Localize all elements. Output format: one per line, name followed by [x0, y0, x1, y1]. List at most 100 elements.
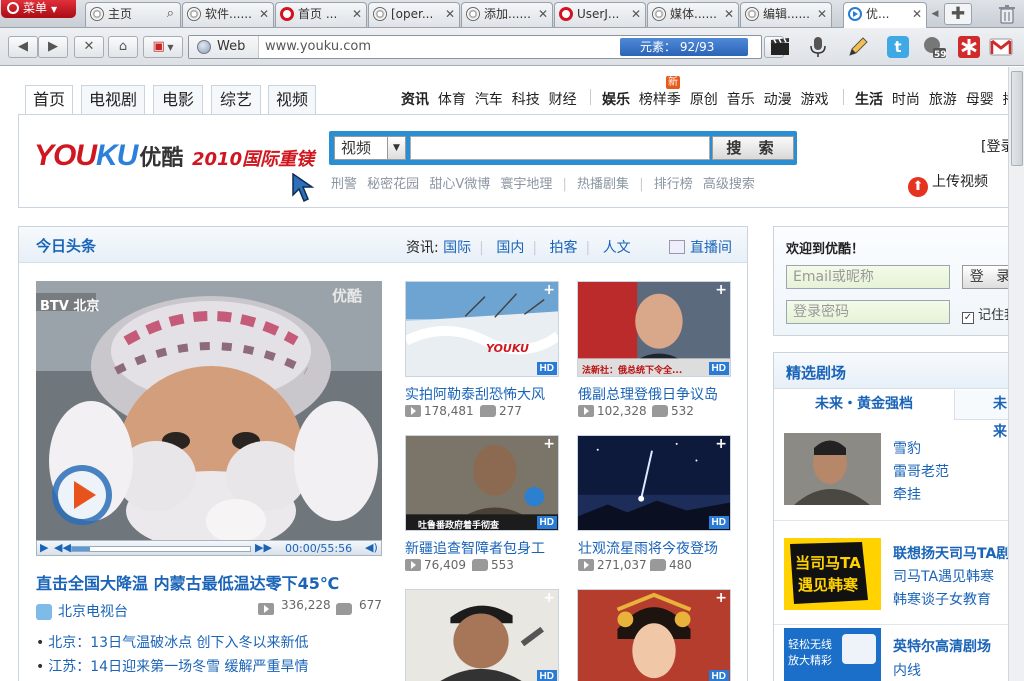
news-bullet-link[interactable]: 江苏：14日迎来第一场冬雪 缓解严重旱情 [36, 656, 308, 676]
hot-series-link[interactable]: 热播剧集 [577, 177, 629, 192]
bookmark-button[interactable]: ▣ ▼ [143, 36, 183, 58]
browser-tab[interactable]: 主页 ⌕ [85, 2, 181, 27]
add-playlist-icon[interactable]: + [543, 436, 555, 452]
hotword-link[interactable]: 秘密花园 [367, 177, 419, 192]
clapperboard-icon[interactable] [768, 35, 792, 59]
search-category-select[interactable]: 视频 ▼ [334, 136, 406, 160]
close-icon[interactable]: ✕ [538, 3, 548, 25]
close-icon[interactable]: ✕ [912, 3, 922, 25]
close-icon[interactable]: ✕ [445, 3, 455, 25]
add-playlist-icon[interactable]: + [543, 282, 555, 298]
new-tab-button[interactable]: ✚ [944, 3, 972, 25]
browser-tab[interactable]: 媒体...... ✕ [647, 2, 739, 27]
close-icon[interactable]: ✕ [259, 3, 269, 25]
back-button[interactable]: ◀ [8, 36, 38, 58]
tab-videos[interactable]: 视频 [268, 85, 316, 115]
url-text[interactable]: www.youku.com [265, 36, 371, 58]
news-bullet-link[interactable]: 北京：13日气温破冰点 创下入冬以来新低 [36, 632, 308, 652]
theater-tab-active[interactable]: 未来・黄金强档 [774, 390, 954, 420]
subnav-lead[interactable]: 生活 [855, 92, 883, 108]
subnav-item[interactable]: 旅游 [929, 92, 957, 108]
forward-button[interactable]: ▶ [38, 36, 68, 58]
subnav-item[interactable]: 动漫 [764, 92, 792, 108]
source-link[interactable]: 北京电视台 [58, 601, 128, 621]
subnav-item[interactable]: 原创 [690, 92, 718, 108]
theater-link[interactable]: 英特尔高清剧场 [893, 636, 991, 656]
remember-checkbox[interactable]: ✓ [962, 312, 974, 324]
news-link-culture[interactable]: 人文 [603, 240, 631, 256]
home-button[interactable]: ⌂ [108, 36, 138, 58]
scrollbar-thumb[interactable] [1011, 71, 1023, 166]
theater-tab[interactable]: 未来 [954, 390, 1014, 440]
twitter-icon[interactable]: t [886, 35, 910, 59]
video-thumbnail[interactable]: 吐鲁番政府着手彻查 + HD [405, 435, 559, 531]
fast-forward-icon[interactable]: ▶▶ [255, 541, 272, 554]
search-button[interactable]: 搜 索 [712, 136, 794, 160]
tab-tv-series[interactable]: 电视剧 [81, 85, 145, 115]
news-link-domestic[interactable]: 国内 [496, 240, 524, 256]
browser-tab[interactable]: 首页 ... ✕ [275, 2, 367, 27]
live-room-link[interactable]: 直播间 [669, 237, 732, 257]
browser-tab[interactable]: UserJ... ✕ [554, 2, 646, 27]
subnav-item[interactable]: 汽车 [475, 92, 503, 108]
search-input[interactable] [410, 136, 710, 160]
theater-link[interactable]: 牵挂 [893, 484, 921, 504]
news-link-paike[interactable]: 拍客 [550, 240, 578, 256]
close-icon[interactable]: ✕ [352, 3, 362, 25]
microphone-icon[interactable] [806, 35, 830, 59]
site-info-button[interactable]: Web [189, 36, 259, 58]
close-icon[interactable]: ✕ [817, 3, 827, 25]
opera-menu-button[interactable]: 菜单 ▼ [1, 0, 76, 18]
theater-poster[interactable]: 轻松无线 放大精彩 [784, 628, 881, 681]
theater-link[interactable]: 韩寒谈子女教育 [893, 589, 991, 609]
close-icon[interactable]: ✕ [631, 3, 641, 25]
subnav-item[interactable]: 音乐 [727, 92, 755, 108]
main-headline-link[interactable]: 直击全国大降温 内蒙古最低温达零下45℃ [36, 570, 339, 594]
subnav-item[interactable]: 体育 [438, 92, 466, 108]
youku-logo[interactable]: YOUKU优酷 2010国际重镁 [34, 139, 314, 173]
video-progress[interactable] [71, 546, 251, 552]
subnav-item[interactable]: 科技 [512, 92, 540, 108]
play-icon[interactable]: ▶ [40, 541, 48, 554]
add-playlist-icon[interactable]: + [715, 590, 727, 606]
video-title-link[interactable]: 壮观流星雨将今夜登场 [578, 538, 718, 558]
address-field[interactable]: Web www.youku.com 元素： 92/93 [188, 35, 762, 59]
ranking-link[interactable]: 排行榜 [654, 177, 693, 192]
browser-tab-active[interactable]: 优... ✕ [843, 2, 927, 28]
theater-link[interactable]: 雷哥老范 [893, 461, 949, 481]
theater-poster[interactable]: 当司马TA 遇见韩寒 [784, 538, 881, 610]
video-thumbnail[interactable]: + HD [405, 589, 559, 681]
advanced-search-link[interactable]: 高级搜索 [703, 177, 755, 192]
tab-movies[interactable]: 电影 [153, 85, 203, 115]
theater-poster[interactable] [784, 433, 881, 505]
hotword-link[interactable]: 甜心V微博 [429, 177, 490, 192]
video-thumbnail[interactable]: + HD [577, 435, 731, 531]
video-title-link[interactable]: 实拍阿勒泰刮恐怖大风 [405, 384, 545, 404]
tab-variety[interactable]: 综艺 [211, 85, 261, 115]
trash-icon[interactable] [996, 3, 1018, 25]
password-field[interactable]: 登录密码 [786, 300, 950, 324]
theater-link[interactable]: 内线 [893, 660, 921, 680]
volume-icon[interactable]: ◀) [365, 541, 378, 554]
subnav-item[interactable]: 时尚 [892, 92, 920, 108]
add-playlist-icon[interactable]: + [715, 436, 727, 452]
gmail-icon[interactable] [989, 35, 1013, 59]
video-title-link[interactable]: 新疆追查智障者包身工 [405, 538, 545, 558]
subnav-lead[interactable]: 资讯 [401, 92, 429, 108]
rewind-icon[interactable]: ◀◀ [54, 541, 71, 554]
hotword-link[interactable]: 寰宇地理 [500, 177, 552, 192]
browser-tab[interactable]: 添加...... ✕ [461, 2, 553, 27]
tab-scroll-left-icon[interactable]: ◀ [928, 3, 942, 25]
browser-tab[interactable]: 编辑...... ✕ [740, 2, 832, 27]
add-playlist-icon[interactable]: + [543, 590, 555, 606]
pen-icon[interactable] [846, 35, 870, 59]
main-video-player[interactable]: BTV 北京 优酷 [36, 281, 382, 543]
hotword-link[interactable]: 刑警 [331, 177, 357, 192]
subnav-lead[interactable]: 娱乐 [602, 92, 630, 108]
news-link-international[interactable]: 国际 [443, 240, 471, 256]
theater-link[interactable]: 司马TA遇见韩寒 [893, 566, 994, 586]
close-icon[interactable]: ✕ [724, 3, 734, 25]
subnav-item[interactable]: 游戏 [801, 92, 829, 108]
search-icon[interactable]: ⌕ [167, 3, 174, 25]
video-thumbnail[interactable]: YOUKU + HD [405, 281, 559, 377]
